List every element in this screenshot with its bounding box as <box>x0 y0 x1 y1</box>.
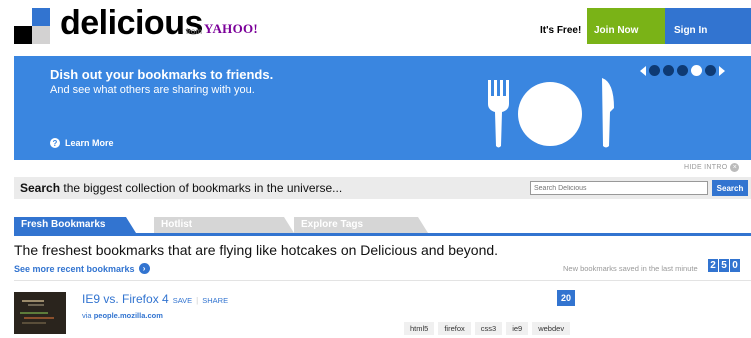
save-count-badge[interactable]: 20 <box>557 290 575 306</box>
tag-link[interactable]: firefox <box>438 322 471 335</box>
intro-banner: Dish out your bookmarks to friends. And … <box>14 56 751 160</box>
pager-next-icon[interactable] <box>719 65 725 76</box>
sign-in-button[interactable]: Sign In <box>665 8 751 44</box>
yahoo-logo[interactable]: YAHOO! <box>204 21 258 37</box>
counter-digit: 5 <box>719 259 729 272</box>
bookmark-title-row: IE9 vs. Firefox 4 SAVE | SHARE <box>82 292 228 306</box>
help-icon: ? <box>50 138 60 148</box>
logo-square <box>32 26 50 44</box>
action-separator: | <box>196 296 199 305</box>
intro-subtitle: And see what others are sharing with you… <box>50 84 255 96</box>
search-prompt: Search the biggest collection of bookmar… <box>20 181 342 195</box>
divider <box>14 280 751 281</box>
via-prefix: via <box>82 311 92 320</box>
tag-link[interactable]: html5 <box>404 322 435 335</box>
counter-digit: 2 <box>708 259 718 272</box>
from-label: from <box>186 27 202 36</box>
logo-square <box>14 26 32 44</box>
tab-fresh-bookmarks[interactable]: Fresh Bookmarks <box>14 217 136 233</box>
logo-square <box>14 8 32 26</box>
bookmark-title-link[interactable]: IE9 vs. Firefox 4 <box>82 292 169 306</box>
pager-dot-active[interactable] <box>691 65 702 76</box>
close-icon: × <box>730 163 740 172</box>
bookmark-thumbnail[interactable] <box>14 292 66 334</box>
brand-name[interactable]: delicious <box>60 4 203 43</box>
learn-more-label: Learn More <box>65 138 114 148</box>
search-prompt-bold: Search <box>20 181 61 195</box>
search-bar: Search the biggest collection of bookmar… <box>14 177 751 199</box>
counter-digit: 0 <box>730 259 740 272</box>
via-site-link[interactable]: people.mozilla.com <box>94 311 163 320</box>
free-label: It's Free! <box>540 25 582 36</box>
saved-counter: 2 5 0 <box>708 259 740 272</box>
bookmark-tabs: Fresh Bookmarks Hotlist Explore Tags <box>14 217 751 233</box>
search-prompt-rest: the biggest collection of bookmarks in t… <box>60 181 343 195</box>
tab-hotlist[interactable]: Hotlist <box>154 217 294 233</box>
search-button[interactable]: Search <box>712 180 748 196</box>
save-link[interactable]: SAVE <box>173 296 192 305</box>
tag-link[interactable]: webdev <box>532 322 571 335</box>
saved-count-label: New bookmarks saved in the last minute <box>563 264 698 273</box>
pager-prev-icon[interactable] <box>640 65 646 76</box>
pager-dot[interactable] <box>677 65 688 76</box>
pager-dot[interactable] <box>705 65 716 76</box>
section-tagline: The freshest bookmarks that are flying l… <box>14 242 499 258</box>
see-more-link[interactable]: See more recent bookmarks › <box>14 263 150 274</box>
tab-explore-tags[interactable]: Explore Tags <box>294 217 428 233</box>
hide-intro-label: HIDE INTRO <box>684 164 728 171</box>
share-link[interactable]: SHARE <box>202 296 228 305</box>
bookmark-tags: html5 firefox css3 ie9 webdev <box>404 322 571 335</box>
plate-icon <box>488 78 614 148</box>
logo-icon[interactable] <box>14 8 50 44</box>
tag-link[interactable]: ie9 <box>506 322 529 335</box>
learn-more-link[interactable]: ? Learn More <box>50 138 114 148</box>
tab-underline <box>14 233 751 236</box>
pager-dot[interactable] <box>663 65 674 76</box>
search-input[interactable] <box>530 181 708 195</box>
site-header: delicious from YAHOO! It's Free! Join No… <box>0 0 751 56</box>
arrow-right-icon: › <box>138 263 150 274</box>
logo-square <box>32 8 50 26</box>
intro-pager <box>640 65 725 76</box>
pager-dot[interactable] <box>649 65 660 76</box>
bookmark-source: via people.mozilla.com <box>82 311 163 320</box>
see-more-label: See more recent bookmarks <box>14 263 135 274</box>
tag-link[interactable]: css3 <box>474 322 503 335</box>
intro-title: Dish out your bookmarks to friends. <box>50 67 274 82</box>
hide-intro-link[interactable]: HIDE INTRO × <box>684 163 740 172</box>
join-now-button[interactable]: Join Now <box>587 8 665 44</box>
